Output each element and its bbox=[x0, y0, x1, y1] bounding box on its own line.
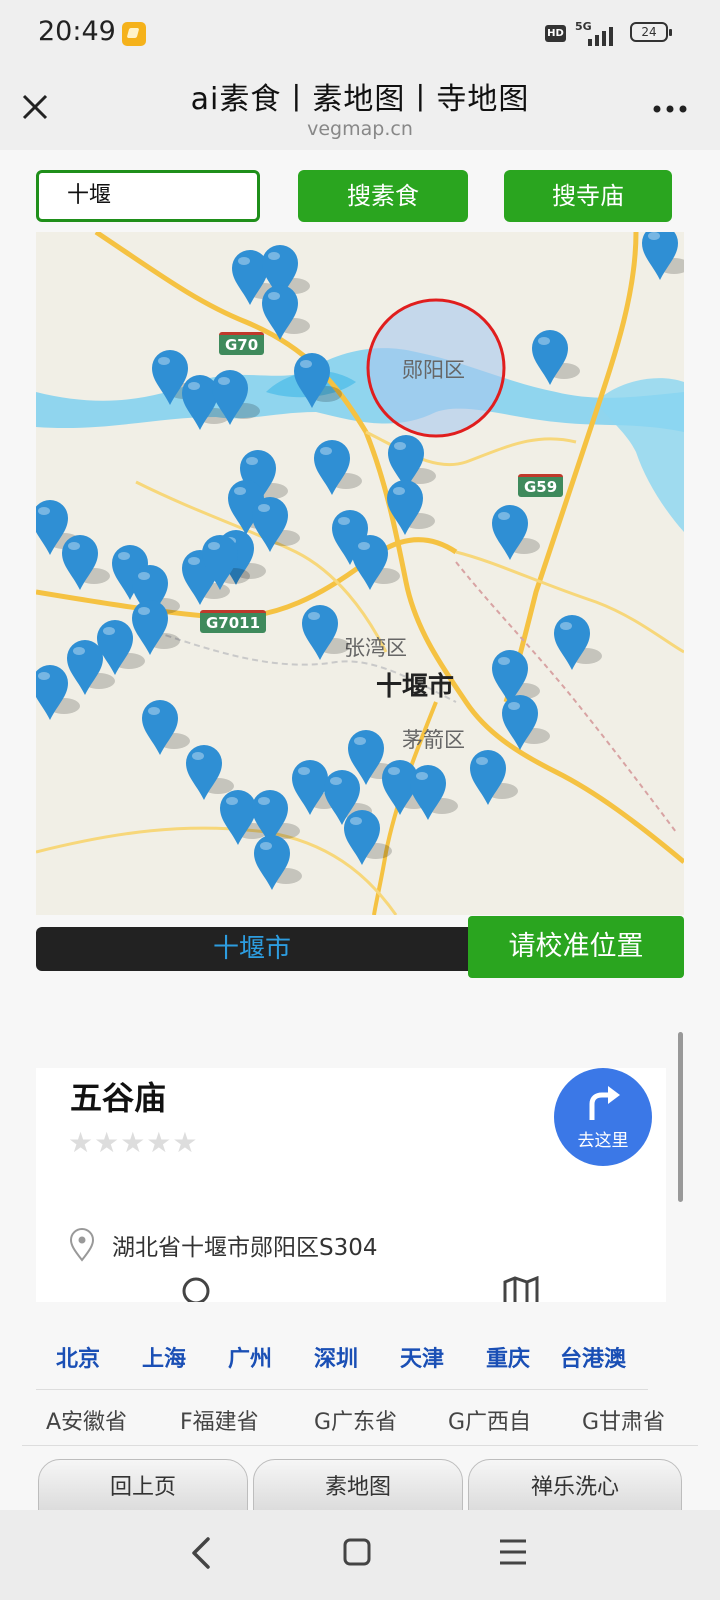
map-marker[interactable] bbox=[350, 532, 402, 594]
road-shield-g59: G59 bbox=[518, 474, 564, 497]
notification-app-icon bbox=[122, 22, 146, 46]
map-marker[interactable] bbox=[342, 807, 394, 869]
turn-right-icon bbox=[589, 1086, 620, 1120]
province-link-gansu[interactable]: G甘肃省 bbox=[582, 1404, 665, 1436]
map-marker[interactable] bbox=[260, 282, 312, 344]
go-here-label: 去这里 bbox=[577, 1131, 629, 1151]
tab-veg-map[interactable]: 素地图 bbox=[253, 1459, 463, 1511]
more-options-icon[interactable] bbox=[652, 104, 688, 114]
place-address: 湖北省十堰市郧阳区S304 bbox=[112, 1235, 378, 1261]
map-label-shiyan-city: 十堰市 bbox=[376, 672, 455, 702]
province-links: A安徽省 F福建省 G广东省 G广西自 G甘肃省 bbox=[36, 1404, 676, 1436]
hd-icon: HD bbox=[545, 25, 566, 42]
location-pin-icon bbox=[69, 1228, 95, 1262]
map-icon[interactable] bbox=[502, 1276, 540, 1302]
province-link-guangdong[interactable]: G广东省 bbox=[314, 1404, 397, 1436]
battery-icon: 24 bbox=[630, 22, 674, 44]
map-marker[interactable] bbox=[468, 747, 520, 809]
signal-icon bbox=[588, 27, 613, 46]
road-shield-g7011: G7011 bbox=[200, 610, 267, 633]
map-label-zhangwan: 张湾区 bbox=[344, 636, 407, 660]
map-marker[interactable] bbox=[530, 327, 582, 389]
go-here-button[interactable]: 去这里 bbox=[554, 1068, 652, 1166]
search-vegetarian-button[interactable]: 搜素食 bbox=[298, 170, 468, 222]
map-marker[interactable] bbox=[385, 477, 437, 539]
rating-stars: ★★★★★ bbox=[68, 1126, 199, 1159]
battery-level: 24 bbox=[630, 22, 668, 42]
map-label-yunyang: 郧阳区 bbox=[402, 358, 465, 382]
map-marker[interactable] bbox=[490, 502, 542, 564]
search-input[interactable]: 十堰 bbox=[36, 170, 260, 222]
tab-zen-music[interactable]: 禅乐洗心 bbox=[468, 1459, 682, 1511]
system-navigation-bar bbox=[0, 1510, 720, 1600]
map-view[interactable]: G70 G59 G7011 郧阳区 张湾区 十堰市 茅箭区 bbox=[36, 232, 684, 915]
map-marker[interactable] bbox=[500, 692, 552, 754]
page-domain: vegmap.cn bbox=[307, 118, 413, 140]
city-link-guangzhou[interactable]: 广州 bbox=[228, 1341, 272, 1373]
search-icon[interactable] bbox=[181, 1276, 211, 1302]
place-name: 五谷庙 bbox=[70, 1079, 167, 1117]
map-marker[interactable] bbox=[60, 532, 112, 594]
city-link-shenzhen[interactable]: 深圳 bbox=[314, 1341, 358, 1373]
city-link-chongqing[interactable]: 重庆 bbox=[486, 1341, 530, 1373]
search-temple-button[interactable]: 搜寺庙 bbox=[504, 170, 672, 222]
map-marker[interactable] bbox=[252, 832, 304, 894]
status-time: 20:49 bbox=[38, 16, 116, 47]
calibrate-location-button[interactable]: 请校准位置 bbox=[468, 916, 684, 978]
map-marker[interactable] bbox=[640, 232, 684, 284]
map-marker[interactable] bbox=[36, 662, 82, 724]
city-link-tianjin[interactable]: 天津 bbox=[400, 1341, 444, 1373]
map-marker[interactable] bbox=[200, 532, 252, 594]
city-links: 北京 上海 广州 深圳 天津 重庆 台港澳 bbox=[36, 1341, 648, 1387]
bottom-tabs: 回上页 素地图 禅乐洗心 bbox=[38, 1459, 682, 1511]
city-link-hk-macau-taiwan[interactable]: 台港澳 bbox=[560, 1341, 626, 1373]
home-icon[interactable] bbox=[342, 1537, 372, 1567]
map-marker[interactable] bbox=[408, 762, 460, 824]
divider bbox=[36, 1389, 648, 1390]
map-label-maojian: 茅箭区 bbox=[402, 728, 465, 752]
map-marker[interactable] bbox=[552, 612, 604, 674]
map-marker[interactable] bbox=[292, 350, 344, 412]
city-link-beijing[interactable]: 北京 bbox=[56, 1341, 100, 1373]
divider bbox=[22, 1445, 698, 1446]
tab-previous-page[interactable]: 回上页 bbox=[38, 1459, 248, 1511]
current-city-bar[interactable]: 十堰市 bbox=[36, 927, 468, 971]
road-shield-g70: G70 bbox=[219, 332, 265, 355]
menu-icon[interactable] bbox=[498, 1538, 528, 1566]
province-link-fujian[interactable]: F福建省 bbox=[180, 1404, 259, 1436]
page-title: ai素食丨素地图丨寺地图 bbox=[190, 82, 530, 117]
province-link-anhui[interactable]: A安徽省 bbox=[46, 1404, 127, 1436]
map-marker[interactable] bbox=[312, 437, 364, 499]
province-link-guangxi[interactable]: G广西自 bbox=[448, 1404, 531, 1436]
scrollbar[interactable] bbox=[678, 1032, 683, 1202]
city-link-shanghai[interactable]: 上海 bbox=[142, 1341, 186, 1373]
back-icon[interactable] bbox=[188, 1536, 214, 1570]
map-marker[interactable] bbox=[300, 602, 352, 664]
map-marker[interactable] bbox=[210, 367, 262, 429]
